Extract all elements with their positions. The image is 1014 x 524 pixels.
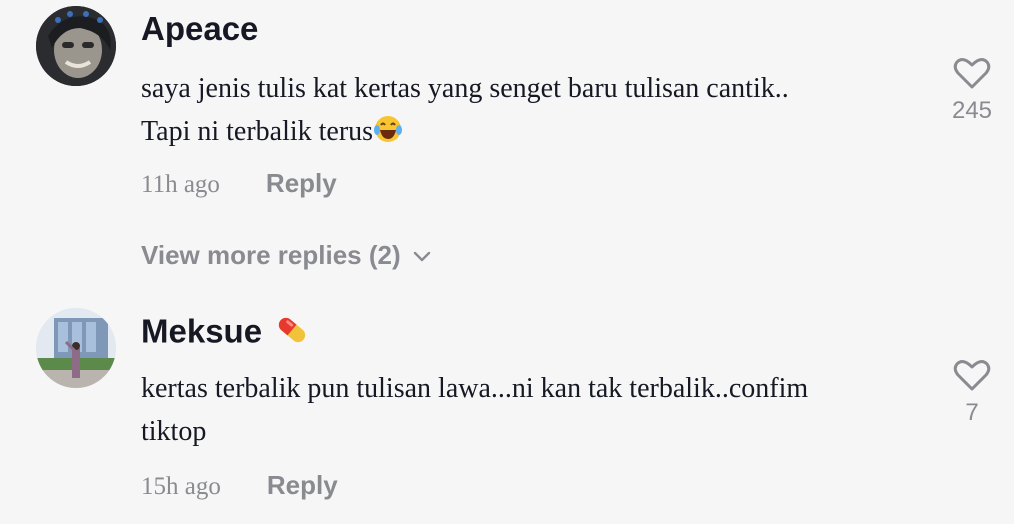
comment-text: saya jenis tulis kat kertas yang senget … — [141, 67, 931, 157]
laughing-crying-emoji-icon — [373, 114, 403, 157]
like-count: 245 — [951, 97, 993, 124]
username[interactable]: Apeace — [141, 10, 258, 48]
like-button[interactable]: 245 — [946, 56, 998, 125]
comment-item: Meksue kertas terbalik pun tulisan lawa.… — [0, 300, 1014, 524]
comment-text-line: kertas terbalik pun tulisan lawa...ni ka… — [141, 373, 809, 404]
reply-button[interactable]: Reply — [267, 470, 338, 500]
avatar[interactable] — [36, 308, 116, 388]
heart-icon — [953, 360, 991, 391]
comment-meta: 15h ago Reply — [141, 470, 338, 501]
pill-icon — [274, 312, 310, 356]
comment-text-line: Tapi ni terbalik terus — [141, 116, 374, 147]
avatar[interactable] — [36, 6, 116, 86]
like-count: 7 — [965, 399, 979, 426]
comment-item: Apeace saya jenis tulis kat kertas yang … — [0, 0, 1014, 300]
comment-meta: 11h ago Reply — [141, 168, 337, 199]
like-button[interactable]: 7 — [946, 358, 998, 427]
username[interactable]: Meksue — [141, 312, 310, 356]
chevron-down-icon — [413, 251, 430, 262]
heart-icon — [953, 58, 991, 89]
comment-time: 15h ago — [141, 473, 221, 500]
comment-text: kertas terbalik pun tulisan lawa...ni ka… — [141, 367, 931, 453]
view-more-replies-button[interactable]: View more replies (2) — [141, 240, 431, 271]
reply-button[interactable]: Reply — [266, 168, 337, 198]
view-more-label: View more replies (2) — [141, 240, 401, 270]
comment-text-line: tiktop — [141, 416, 207, 447]
username-text: Meksue — [141, 312, 263, 350]
comment-text-line: saya jenis tulis kat kertas yang senget … — [141, 73, 789, 104]
comment-time: 11h ago — [141, 171, 220, 198]
